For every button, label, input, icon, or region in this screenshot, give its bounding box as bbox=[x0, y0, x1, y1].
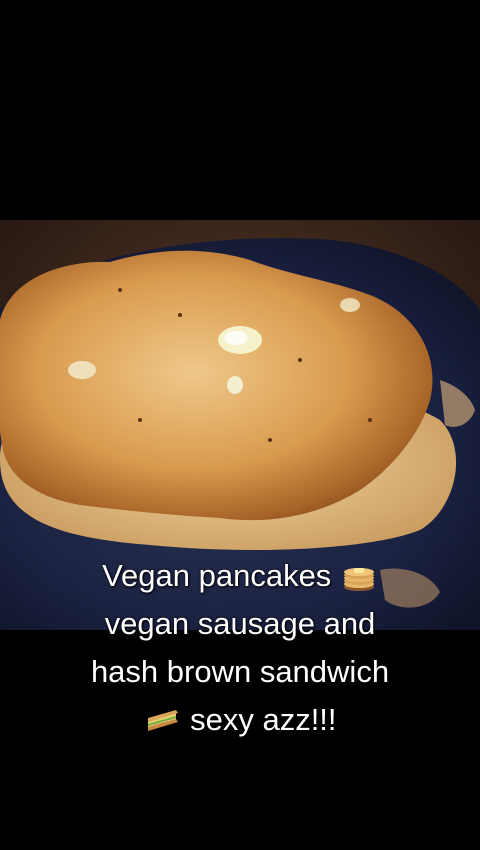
video-screen[interactable]: Vegan pancakes vegan sausage and hash br… bbox=[0, 0, 480, 850]
video-caption: Vegan pancakes vegan sausage and hash br… bbox=[0, 552, 480, 744]
butter-melt bbox=[68, 361, 96, 379]
caption-line-4: sexy azz!!! bbox=[0, 696, 480, 744]
caption-line-3: hash brown sandwich bbox=[90, 654, 390, 689]
sandwich-emoji-icon bbox=[145, 707, 179, 737]
caption-line-4-text: sexy azz!!! bbox=[190, 702, 337, 737]
caption-line-2: vegan sausage and bbox=[104, 606, 376, 641]
pancakes-emoji-icon bbox=[342, 563, 376, 593]
caption-line-1: Vegan pancakes bbox=[0, 552, 480, 600]
caption-line-1-text: Vegan pancakes bbox=[102, 558, 332, 593]
butter-drip bbox=[227, 376, 243, 394]
